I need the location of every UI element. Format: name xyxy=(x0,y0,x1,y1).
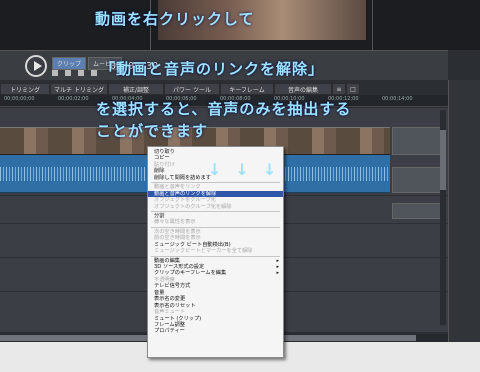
annotation-line: ことができます xyxy=(96,122,209,140)
scroll-thumb[interactable] xyxy=(440,130,446,190)
menu-item-label: 表示名のリセット xyxy=(154,302,196,309)
volume-icon[interactable] xyxy=(91,70,97,76)
editor-window: クリップ ムービー 00:00:30 トリミング マルチ トリミング 補正/調整… xyxy=(0,0,480,372)
menu-item-label: 不透明度 xyxy=(154,276,175,283)
menu-item-label: 動画と音声のリンクを解除 xyxy=(154,190,217,197)
power-tools-button[interactable]: パワー ツール xyxy=(164,83,220,95)
preview-divider xyxy=(372,0,373,50)
menu-item-label: ミュージック ビート自動検出(B) xyxy=(154,241,231,248)
right-panel xyxy=(448,80,480,342)
menu-item-label: プロパティー xyxy=(154,328,185,335)
menu-separator xyxy=(151,210,280,212)
trim-button[interactable]: トリミング xyxy=(0,83,50,95)
down-arrow-icon: ↓ xyxy=(235,160,249,179)
menu-item: ミュージックビートとマーカーを全て解除 xyxy=(148,248,283,254)
menu-item-label: 貼り付け xyxy=(154,161,175,168)
menu-item-label: クリップのキーフレームを編集 xyxy=(154,270,227,277)
down-arrow-icon: ↓ xyxy=(262,160,277,179)
menu-item-label: 次の空き時間を表示 xyxy=(154,228,201,235)
video-clip-next[interactable] xyxy=(392,127,444,155)
overlay-clip[interactable] xyxy=(392,203,444,219)
annotation-line: 動画を右クリックして xyxy=(95,10,255,28)
menu-item: 様々な属性を表示 xyxy=(148,219,283,225)
menu-item-label: オブジェクトをグループ化 xyxy=(154,197,216,204)
menu-separator xyxy=(151,255,280,257)
transport-controls xyxy=(52,70,97,76)
stop-icon[interactable] xyxy=(52,70,58,76)
menu-item-label: 音量 xyxy=(154,289,165,296)
menu-item-label: 動画の編集 xyxy=(154,257,180,264)
ruler-tick: 00;00;02;00 xyxy=(58,96,89,102)
menu-item: オブジェクトのグループ化を解除 xyxy=(148,204,283,210)
menu-item-label: 削除 xyxy=(154,168,165,175)
menu-item-label: 表示名の変更 xyxy=(154,296,186,303)
menu-item-label: ミュート (クリップ) xyxy=(154,315,202,322)
menu-item-label: オブジェクトのグループ化を解除 xyxy=(154,203,232,210)
list-icon[interactable]: ≡ xyxy=(332,83,346,95)
timeline-toolbar: トリミング マルチ トリミング 補正/調整 パワー ツール キーフレーム 音声の… xyxy=(0,83,448,95)
menu-item-label: 動画と音声をリンク xyxy=(154,184,201,191)
menu-item-label: 音声ミュート xyxy=(154,309,186,316)
menu-item-label: ミュージックビートとマーカーを全て解除 xyxy=(154,248,253,255)
play-button[interactable] xyxy=(25,55,47,77)
fix-enhance-button[interactable]: 補正/調整 xyxy=(108,83,164,95)
multi-trim-button[interactable]: マルチ トリミング xyxy=(50,83,108,95)
audio-clip-next[interactable] xyxy=(392,167,444,193)
prev-frame-icon[interactable] xyxy=(65,70,71,76)
annotation-arrows: ↓ ↓ ↓ xyxy=(208,160,276,179)
annotation-line: 「動画と音声のリンクを解除」 xyxy=(100,60,325,78)
audio-edit-button[interactable]: 音声の編集 xyxy=(274,83,332,95)
menu-item-label: 様々な属性を表示 xyxy=(154,219,196,226)
next-frame-icon[interactable] xyxy=(78,70,84,76)
menu-item-label: コピー xyxy=(154,155,170,162)
vertical-scrollbar[interactable] xyxy=(440,110,446,325)
menu-item-label: テレビ信号方式 xyxy=(154,283,191,290)
annotation-line: を選択すると、音声のみを抽出する xyxy=(96,100,352,118)
panel-icon[interactable]: □ xyxy=(346,83,360,95)
keyframe-button[interactable]: キーフレーム xyxy=(220,83,274,95)
ruler-tick: 00;00;14;00 xyxy=(382,96,413,102)
menu-item-label: 削除して間隔を詰めます xyxy=(154,174,211,181)
down-arrow-icon: ↓ xyxy=(208,160,222,179)
menu-separator xyxy=(151,226,280,228)
ruler-tick: 00;00;00;00 xyxy=(4,96,35,102)
menu-item[interactable]: プロパティー xyxy=(148,328,283,334)
menu-item-label: 前の空き時間を表示 xyxy=(154,235,201,242)
tab-clip[interactable]: クリップ xyxy=(52,57,87,70)
